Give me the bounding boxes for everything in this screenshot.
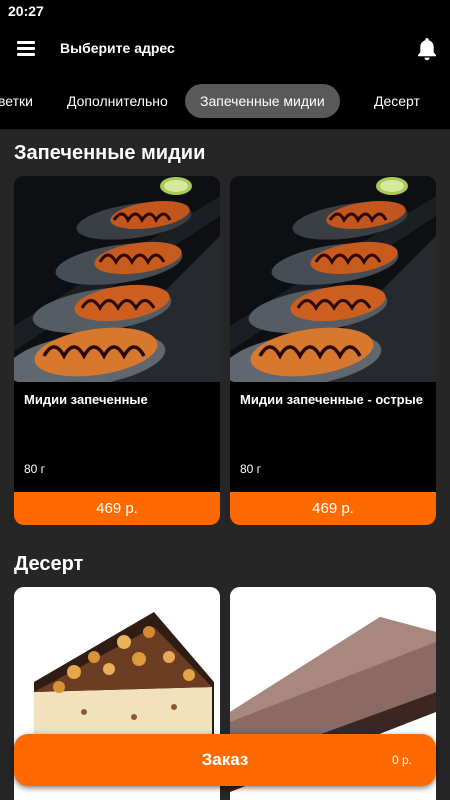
mussels-photo <box>230 176 436 382</box>
order-total: 0 р. <box>391 753 412 767</box>
tab-dessert[interactable]: Десерт <box>374 84 420 118</box>
product-weight: 80 г <box>24 462 46 476</box>
product-weight: 80 г <box>240 462 262 476</box>
tab-baked-mussels[interactable]: Запеченные мидии <box>185 84 340 118</box>
price-button[interactable]: 469 р. <box>14 492 220 525</box>
tab-additional[interactable]: Дополнительно <box>67 84 168 118</box>
category-tabs: ветки Дополнительно Запеченные мидии Дес… <box>0 74 450 130</box>
address-selector[interactable]: Выберите адрес <box>60 40 175 56</box>
app-header: Выберите адрес <box>0 24 450 74</box>
order-button-label: Заказ <box>201 750 249 769</box>
hamburger-menu-icon[interactable] <box>17 41 35 56</box>
order-button[interactable]: Заказ 0 р. <box>14 734 436 786</box>
tab-category-1[interactable]: ветки <box>0 84 33 118</box>
section-title-mussels: Запеченные мидии <box>14 142 206 164</box>
product-name: Мидии запеченные <box>24 392 148 407</box>
price-button[interactable]: 469 р. <box>230 492 436 525</box>
product-card[interactable]: Мидии запеченные - острые 80 г 469 р. <box>230 176 436 525</box>
mussels-photo <box>14 176 220 382</box>
status-time: 20:27 <box>8 3 44 19</box>
product-name: Мидии запеченные - острые <box>240 392 423 407</box>
bell-icon[interactable] <box>415 36 439 62</box>
status-bar: 20:27 <box>0 0 450 24</box>
section-title-dessert: Десерт <box>14 553 84 575</box>
product-card[interactable]: Мидии запеченные 80 г 469 р. <box>14 176 220 525</box>
